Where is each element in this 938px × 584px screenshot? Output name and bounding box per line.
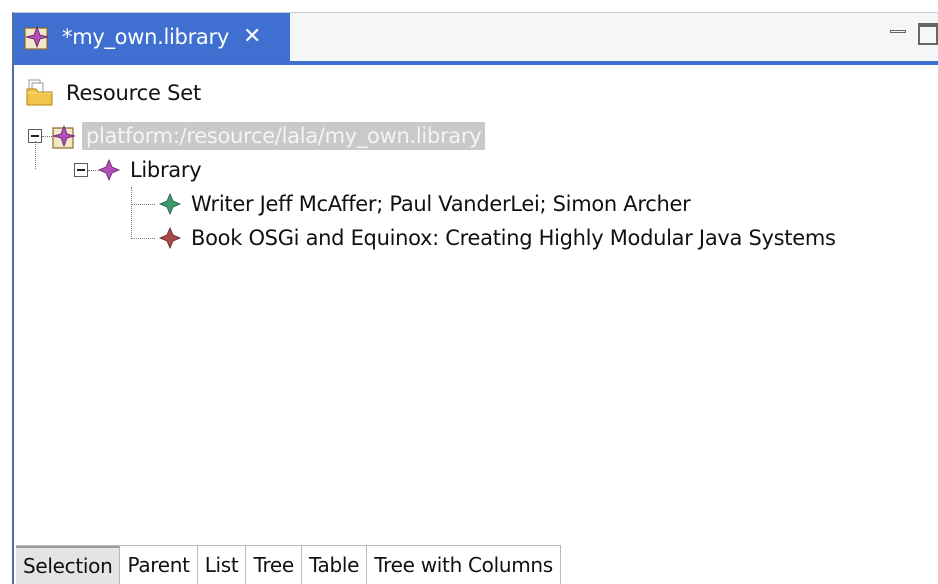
- book-diamond-icon: [159, 227, 181, 249]
- editor-page-tabs: Selection Parent List Tree Table Tree wi…: [16, 545, 561, 584]
- library-model-icon: [52, 124, 76, 149]
- resource-set-row[interactable]: Resource Set: [26, 75, 201, 111]
- tree-item-book[interactable]: Book OSGi and Equinox: Creating Highly M…: [131, 221, 836, 255]
- tree-item-resource[interactable]: platform:/resource/lala/my_own.library: [28, 119, 486, 153]
- tree-connector: [131, 237, 155, 239]
- editor-tab-strip: *my_own.library ✕: [14, 13, 938, 65]
- library-model-icon: [24, 25, 49, 50]
- tab-selection[interactable]: Selection: [16, 546, 121, 584]
- tree-item-library[interactable]: Library: [74, 153, 202, 187]
- book-label: Book OSGi and Equinox: Creating Highly M…: [191, 226, 836, 250]
- tab-list[interactable]: List: [197, 546, 247, 584]
- editor-tab-title: *my_own.library: [62, 25, 229, 49]
- resource-uri-label: platform:/resource/lala/my_own.library: [82, 122, 486, 150]
- view-controls: [888, 23, 938, 45]
- library-label: Library: [130, 158, 202, 182]
- tree-connector: [35, 141, 36, 169]
- resource-set-label: Resource Set: [66, 81, 202, 105]
- maximize-icon[interactable]: [918, 23, 938, 45]
- tab-table[interactable]: Table: [301, 546, 368, 584]
- writer-diamond-icon: [159, 193, 181, 215]
- close-icon[interactable]: ✕: [243, 26, 261, 48]
- tab-parent[interactable]: Parent: [120, 546, 198, 584]
- editor-tab[interactable]: *my_own.library ✕: [14, 13, 290, 61]
- collapse-toggle-icon[interactable]: [74, 163, 88, 177]
- tree-item-writer[interactable]: Writer Jeff McAffer; Paul VanderLei; Sim…: [131, 187, 691, 221]
- tree-connector: [131, 203, 155, 205]
- resource-set-folder-icon: [26, 79, 53, 106]
- minimize-icon[interactable]: [888, 23, 908, 43]
- tree-connector: [88, 169, 98, 171]
- editor-frame: *my_own.library ✕ Resource Set platform:…: [12, 12, 938, 584]
- tab-tree-with-columns[interactable]: Tree with Columns: [367, 546, 561, 584]
- writer-label: Writer Jeff McAffer; Paul VanderLei; Sim…: [191, 192, 691, 216]
- tree-connector: [42, 135, 52, 137]
- library-diamond-icon: [98, 159, 120, 181]
- tab-tree[interactable]: Tree: [246, 546, 302, 584]
